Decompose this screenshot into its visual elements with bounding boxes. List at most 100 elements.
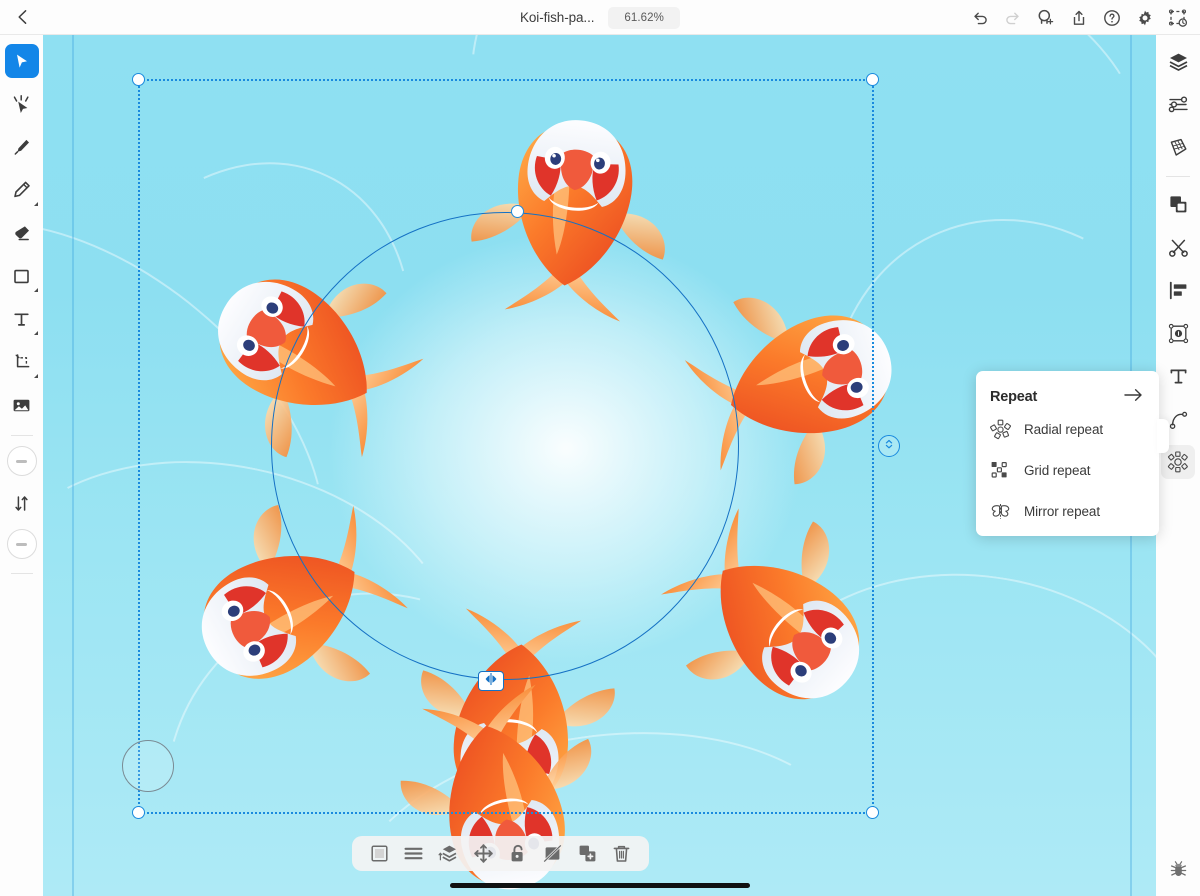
selection-top-edge[interactable] xyxy=(138,79,873,81)
origin-handle[interactable] xyxy=(122,740,174,792)
mirror-repeat-label: Mirror repeat xyxy=(1024,504,1100,519)
chevron-updown-icon xyxy=(883,437,895,455)
fill-swatch-dash xyxy=(16,459,27,463)
repeat-popup-header[interactable]: Repeat xyxy=(976,385,1159,409)
home-indicator xyxy=(450,883,750,888)
crop-tool[interactable] xyxy=(5,345,39,379)
eraser-tool[interactable] xyxy=(5,216,39,250)
select-all-icon xyxy=(369,843,390,864)
hide-button[interactable] xyxy=(539,841,565,867)
repeat-gear-icon xyxy=(1167,451,1189,473)
cut-boolean-button[interactable] xyxy=(1161,230,1195,264)
handle-top-left[interactable] xyxy=(132,73,145,86)
text-icon xyxy=(12,310,31,329)
undo-icon xyxy=(970,8,990,28)
duplicate-button[interactable] xyxy=(574,841,600,867)
help-button[interactable] xyxy=(1095,0,1128,35)
bug-icon xyxy=(1168,860,1189,886)
pen-tool[interactable] xyxy=(5,130,39,164)
redo-icon xyxy=(1003,8,1023,28)
right-rail-divider xyxy=(1166,176,1190,177)
properties-button[interactable] xyxy=(401,841,427,867)
selection-arrow-icon xyxy=(12,52,31,71)
eraser-icon xyxy=(11,223,32,244)
zoom-level-chip[interactable]: 61.62% xyxy=(608,6,680,29)
text-submenu-indicator xyxy=(33,331,38,335)
mirror-repeat-option[interactable]: Mirror repeat xyxy=(976,491,1159,532)
grid-perspective-button[interactable] xyxy=(1161,130,1195,164)
align-distribute-icon xyxy=(1168,280,1189,301)
crop-icon xyxy=(12,352,32,372)
popup-connector xyxy=(1157,419,1169,453)
bug-report-button[interactable] xyxy=(1161,856,1195,890)
delete-button[interactable] xyxy=(609,841,635,867)
selection-action-bar xyxy=(352,836,649,871)
mirror-flip-icon xyxy=(482,672,500,691)
selection-right-edge[interactable] xyxy=(872,79,874,812)
select-all-button[interactable] xyxy=(366,841,392,867)
move-button[interactable] xyxy=(470,841,496,867)
mirror-handle[interactable] xyxy=(478,671,504,691)
mirror-repeat-icon xyxy=(990,501,1011,522)
add-collaborator-icon xyxy=(1035,7,1056,28)
grid-repeat-option[interactable]: Grid repeat xyxy=(976,450,1159,491)
transform-button[interactable] xyxy=(1161,316,1195,350)
back-button[interactable] xyxy=(0,0,46,35)
shape-rectangle-tool[interactable] xyxy=(5,259,39,293)
undo-button[interactable] xyxy=(963,0,996,35)
time-lapse-button[interactable] xyxy=(1161,0,1194,35)
settings-button[interactable] xyxy=(1128,0,1161,35)
adjustments-button[interactable] xyxy=(1161,87,1195,121)
unlock-button[interactable] xyxy=(505,841,531,867)
koi-fish-instance[interactable] xyxy=(447,79,700,332)
align-button[interactable] xyxy=(1161,273,1195,307)
transform-icon xyxy=(1168,323,1189,344)
stroke-colour-swatch[interactable] xyxy=(6,529,37,559)
handle-top-right[interactable] xyxy=(866,73,879,86)
arrow-right-icon[interactable] xyxy=(1124,388,1143,407)
help-icon xyxy=(1102,8,1122,28)
selection-left-edge[interactable] xyxy=(138,79,140,812)
swap-fill-stroke-icon xyxy=(12,494,31,513)
redo-button[interactable] xyxy=(996,0,1029,35)
handle-bottom-right[interactable] xyxy=(866,806,879,819)
selection-arrow-tool[interactable] xyxy=(4,44,39,78)
path-node-icon xyxy=(1168,409,1189,430)
image-icon xyxy=(11,395,32,416)
rotate-handle[interactable] xyxy=(878,435,900,457)
pencil-tool[interactable] xyxy=(5,173,39,207)
time-lapse-icon xyxy=(1167,7,1188,28)
add-collaborator-button[interactable] xyxy=(1029,0,1062,35)
radial-repeat-icon xyxy=(990,419,1011,440)
selection-bottom-edge[interactable] xyxy=(138,812,873,814)
text-properties-button[interactable] xyxy=(1161,359,1195,393)
radius-handle[interactable] xyxy=(511,205,524,218)
left-rail-divider-2 xyxy=(10,573,33,574)
order-button[interactable] xyxy=(436,841,462,867)
adjustments-sliders-icon xyxy=(1168,94,1189,115)
hide-icon xyxy=(542,843,563,864)
fill-colour-swatch[interactable] xyxy=(6,446,37,476)
handle-bottom-left[interactable] xyxy=(132,806,145,819)
grid-repeat-label: Grid repeat xyxy=(1024,463,1091,478)
text-tool[interactable] xyxy=(5,302,39,336)
document-title[interactable]: Koi-fish-pa... xyxy=(520,10,608,25)
swap-fill-stroke-button[interactable] xyxy=(5,486,39,520)
layers-panel-button[interactable] xyxy=(1161,44,1195,78)
grid-repeat-icon xyxy=(990,460,1011,481)
pencil-icon xyxy=(12,180,32,200)
radial-repeat-option[interactable]: Radial repeat xyxy=(976,409,1159,450)
scissors-cut-icon xyxy=(1168,237,1189,258)
image-tool[interactable] xyxy=(5,388,39,422)
rectangle-icon xyxy=(12,267,31,286)
share-button[interactable] xyxy=(1062,0,1095,35)
crop-submenu-indicator xyxy=(33,374,38,378)
right-toolbar xyxy=(1156,35,1200,896)
left-rail-divider xyxy=(10,435,33,436)
arrange-button[interactable] xyxy=(1161,187,1195,221)
repeat-popup[interactable]: Repeat Radial repeat Grid repeat Mirror … xyxy=(976,371,1169,536)
text-properties-icon xyxy=(1168,366,1189,387)
arrange-stack-icon xyxy=(1168,194,1189,215)
node-select-tool[interactable] xyxy=(5,87,39,121)
share-icon xyxy=(1069,8,1089,28)
